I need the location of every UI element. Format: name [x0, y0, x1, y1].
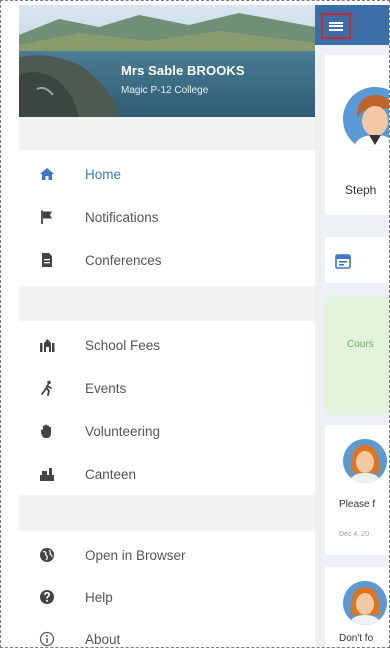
menu-item-label: Home	[85, 166, 122, 182]
message-preview: Don't fo	[339, 633, 374, 644]
menu-item-conferences[interactable]: Conferences	[19, 240, 315, 280]
hamburger-menu-button[interactable]	[321, 13, 351, 39]
menu-item-home[interactable]: Home	[19, 154, 315, 194]
menu-item-label: About	[85, 631, 121, 647]
school-name: Magic P-12 College	[121, 85, 209, 96]
menu-item-label: Open in Browser	[85, 547, 186, 563]
course-card[interactable]: Cours	[325, 297, 389, 415]
top-app-bar	[315, 5, 389, 45]
message-card[interactable]: Don't fo	[325, 567, 389, 647]
menu-item-school-fees[interactable]: School Fees	[19, 325, 315, 365]
menu-item-label: Help	[85, 589, 113, 605]
drawer-header: Mrs Sable BROOKS Magic P-12 College	[19, 5, 315, 117]
menu-item-open-in-browser[interactable]: Open in Browser	[19, 535, 315, 575]
profile-card[interactable]: Steph	[325, 55, 389, 215]
menu-item-help[interactable]: Help	[19, 577, 315, 617]
menu-item-volunteering[interactable]: Volunteering	[19, 411, 315, 451]
user-name: Mrs Sable BROOKS	[121, 63, 245, 78]
message-card[interactable]: Please f Dec 4, 20	[325, 425, 389, 555]
calendar-icon	[335, 254, 351, 269]
app-frame: Steph Cours Please f Dec 4, 20 Don't fo …	[0, 0, 390, 648]
school-fees-icon	[40, 339, 55, 352]
navigation-drawer: Mrs Sable BROOKS Magic P-12 College Home…	[19, 5, 315, 647]
menu-group-school: School Fees Events Volunteering Canteen	[19, 321, 315, 495]
events-runner-icon	[41, 380, 52, 396]
hand-icon	[41, 424, 51, 438]
avatar	[343, 581, 387, 625]
menu-item-notifications[interactable]: Notifications	[19, 197, 315, 237]
menu-item-about[interactable]: About	[19, 619, 315, 647]
info-icon	[39, 631, 55, 647]
menu-item-label: Conferences	[85, 252, 162, 268]
canteen-icon	[40, 468, 54, 481]
menu-item-canteen[interactable]: Canteen	[19, 454, 315, 494]
menu-item-events[interactable]: Events	[19, 368, 315, 408]
menu-item-label: Events	[85, 380, 127, 396]
menu-item-label: Canteen	[85, 466, 137, 482]
menu-item-label: Notifications	[85, 209, 159, 225]
menu-group-main: Home Notifications Conferences	[19, 150, 315, 286]
message-preview: Please f	[339, 499, 376, 510]
menu-group-app: Open in Browser Help About	[19, 531, 315, 647]
avatar	[343, 439, 387, 483]
avatar	[343, 87, 389, 151]
menu-item-label: Volunteering	[85, 423, 161, 439]
document-icon	[42, 253, 52, 267]
profile-name: Steph	[345, 183, 377, 197]
help-icon	[40, 590, 54, 604]
home-icon	[40, 168, 54, 180]
hamburger-icon	[329, 20, 343, 32]
main-content: Steph Cours Please f Dec 4, 20 Don't fo	[315, 5, 389, 647]
calendar-card[interactable]	[325, 237, 389, 283]
course-text: Cours	[347, 339, 374, 350]
message-date: Dec 4, 20	[339, 531, 369, 538]
globe-icon	[40, 548, 54, 562]
notification-flag-icon	[41, 210, 52, 224]
header-landscape-image	[19, 5, 315, 117]
menu-item-label: School Fees	[85, 337, 161, 353]
